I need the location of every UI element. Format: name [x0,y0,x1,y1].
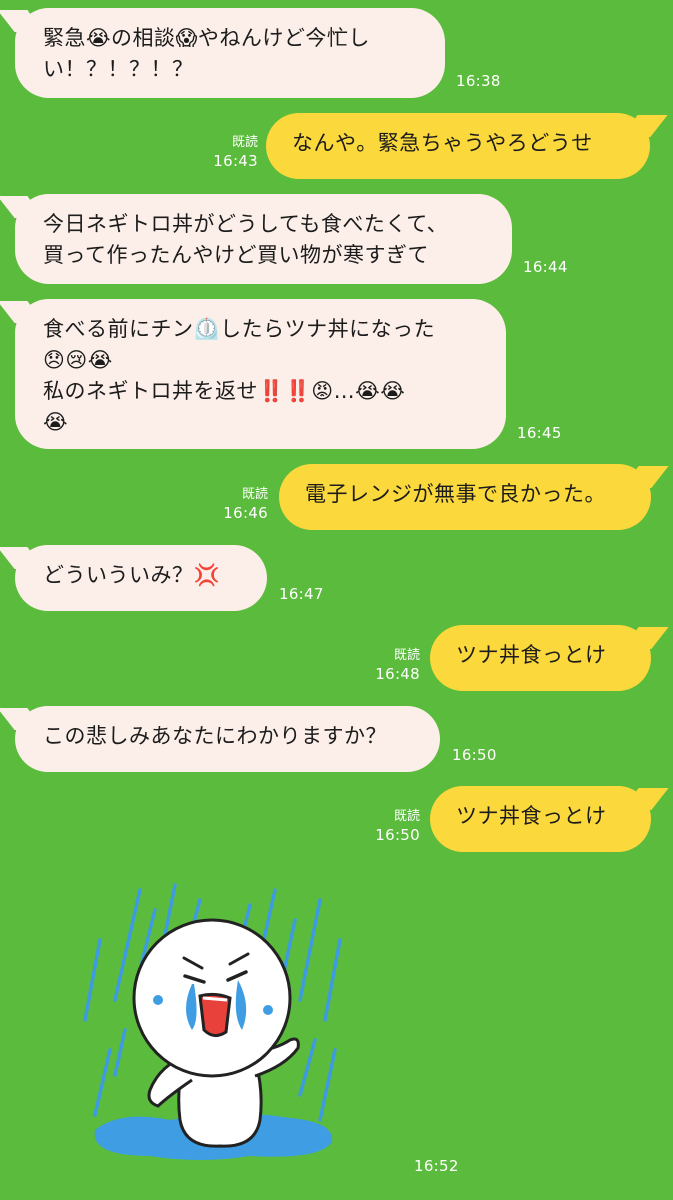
read-receipt: 既読 [231,135,258,150]
message-bubble-sent[interactable]: ツナ丼食っとけ [430,786,651,852]
message-time: 16:50 [375,826,420,844]
read-receipt: 既読 [393,648,420,663]
message-bubble-received[interactable]: 今日ネギトロ丼がどうしても食べたくて、 買って作ったんやけど買い物が寒すぎて [15,194,512,284]
message-bubble-received[interactable]: 緊急😭の相談😱やねんけど今忙し い！？！？！？ [15,8,445,98]
message-time: 16:50 [452,746,497,764]
message-meta: 既読 16:48 [375,646,420,684]
message-meta: 既読 16:46 [223,485,268,523]
message-time: 16:47 [279,585,324,603]
message-bubble-received[interactable]: どういういみ？💢 [15,545,267,611]
message-meta: 既読 16:43 [213,133,258,171]
read-receipt: 既読 [393,809,420,824]
crying-in-rain-sticker[interactable] [80,880,360,1170]
message-time: 16:45 [517,424,562,442]
message-meta: 既読 16:50 [375,807,420,845]
message-bubble-sent[interactable]: ツナ丼食っとけ [430,625,651,691]
message-time: 16:38 [456,72,501,90]
message-time: 16:43 [213,152,258,170]
sticker-image [83,883,342,1160]
sticker-time: 16:52 [414,1157,459,1175]
message-bubble-received[interactable]: 食べる前にチン⏲️したらツナ丼になった 😞😢😭 私のネギトロ丼を返せ‼️‼️😡…… [15,299,506,449]
message-bubble-received[interactable]: この悲しみあなたにわかりますか？ [15,706,440,772]
message-bubble-sent[interactable]: なんや。緊急ちゃうやろどうせ [266,113,650,179]
message-time: 16:46 [223,504,268,522]
read-receipt: 既読 [241,487,268,502]
message-bubble-sent[interactable]: 電子レンジが無事で良かった。 [279,464,651,530]
chat-area: 緊急😭の相談😱やねんけど今忙し い！？！？！？ 16:38 既読 16:43 な… [0,0,673,1200]
message-time: 16:48 [375,665,420,683]
message-time: 16:44 [523,258,568,276]
